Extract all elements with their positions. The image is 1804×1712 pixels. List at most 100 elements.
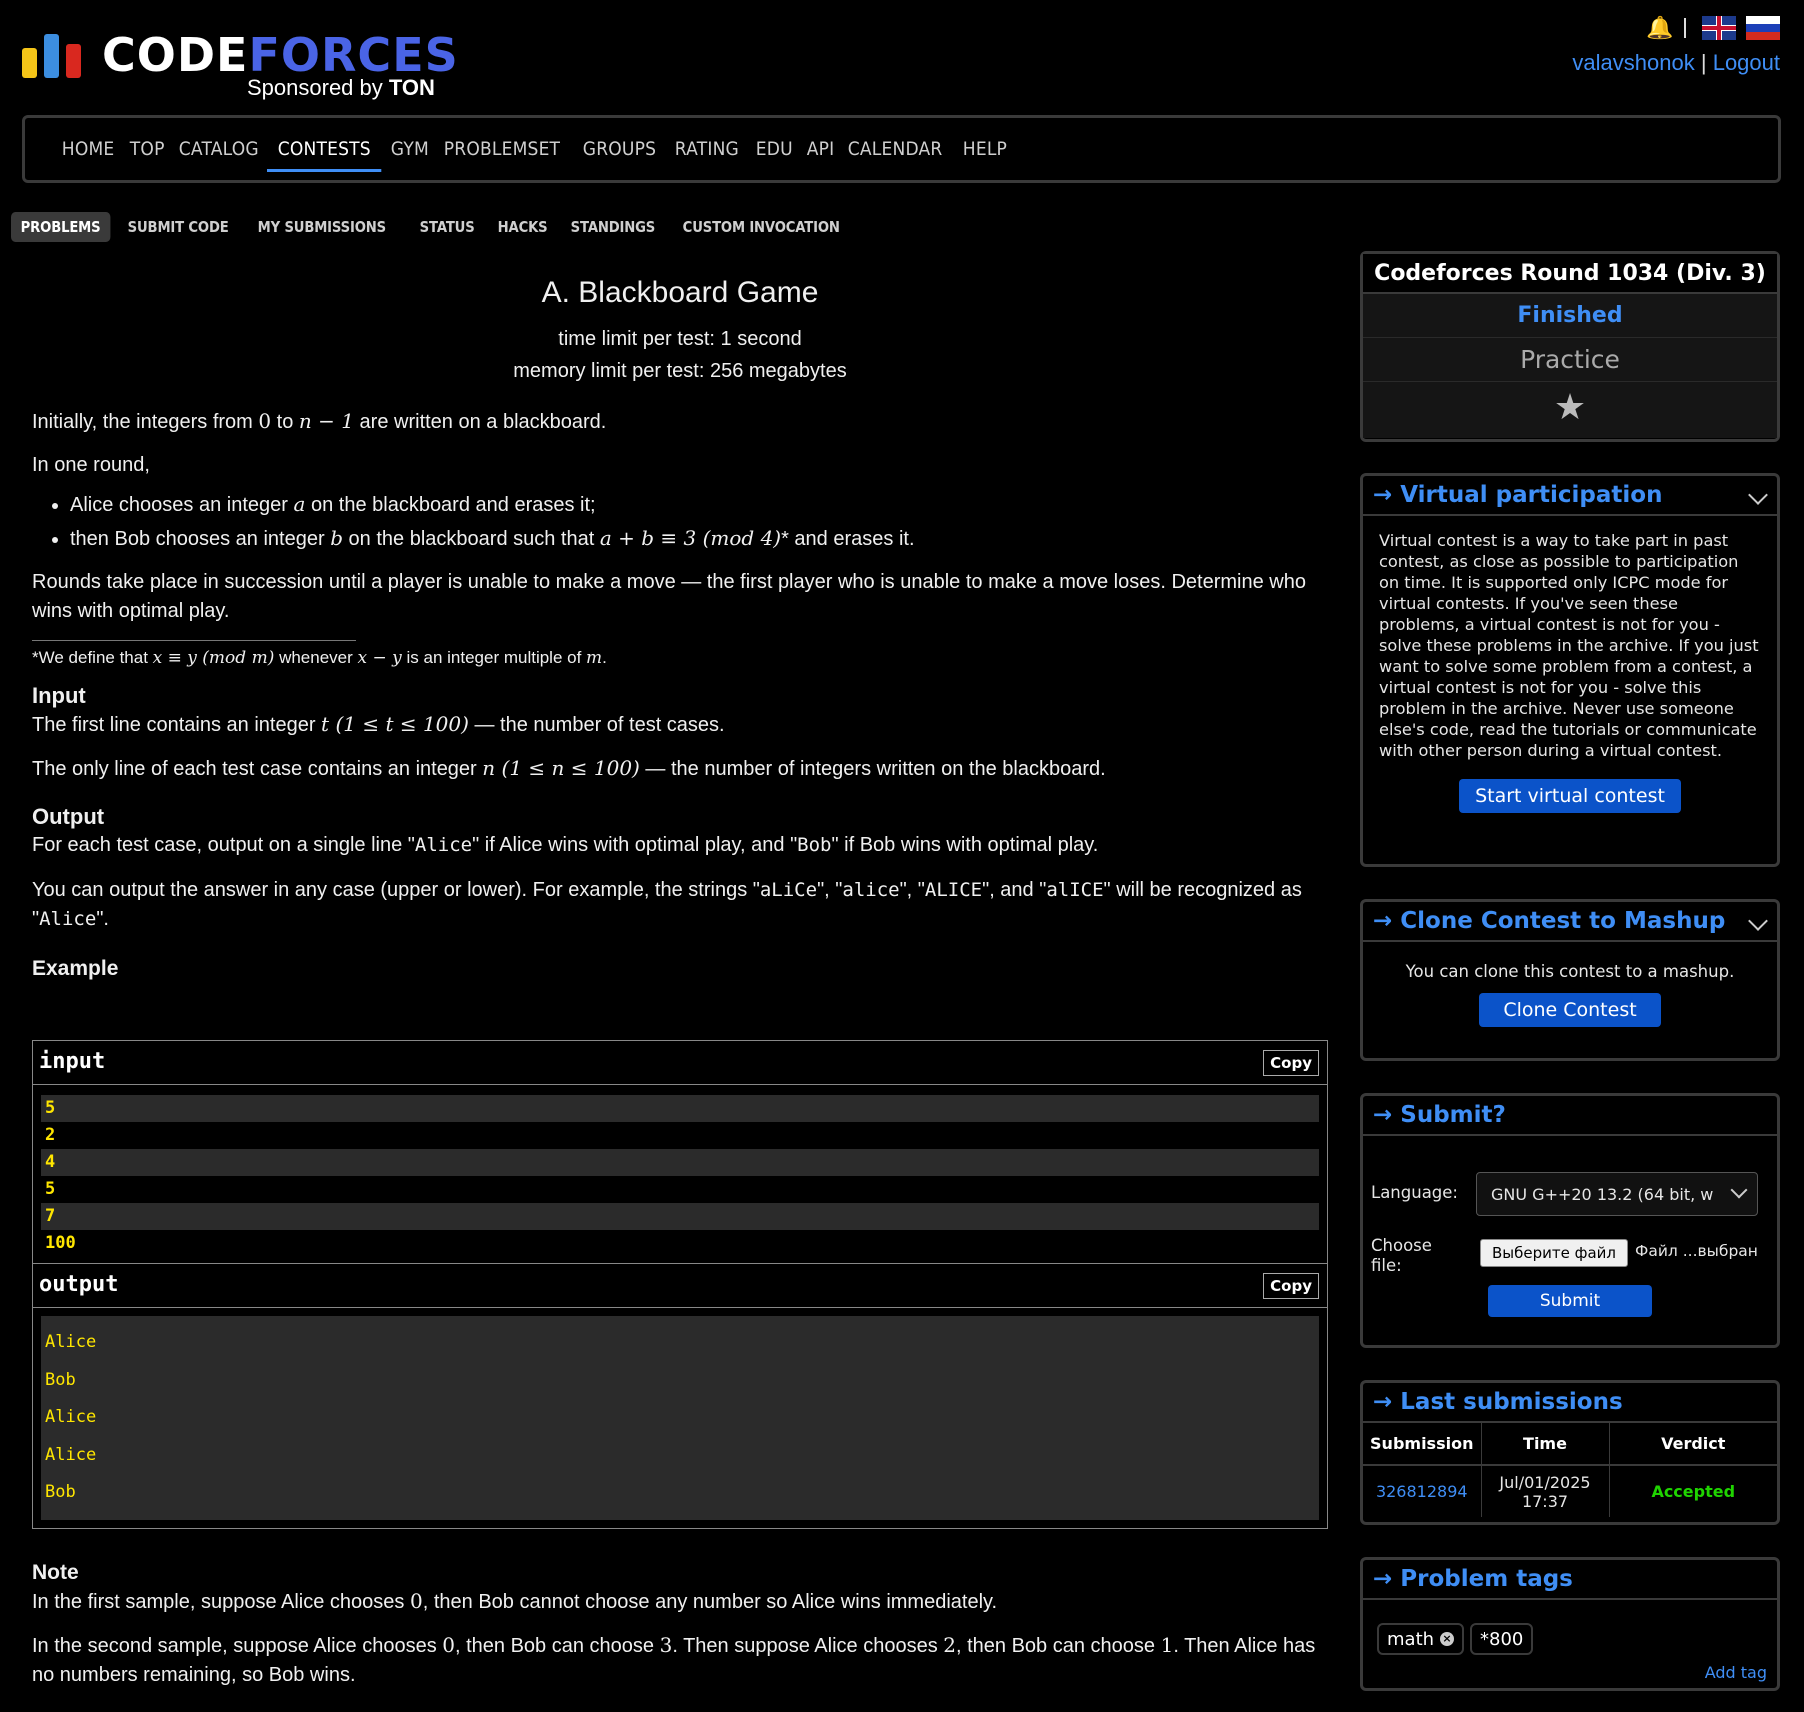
remove-tag-icon[interactable]: ×: [1440, 1632, 1455, 1646]
output-label: output: [39, 1272, 119, 1297]
problem-tags-box: → Problem tags math × *800 Add tag: [1360, 1557, 1780, 1691]
favorite-star-icon[interactable]: ★: [1363, 382, 1777, 438]
sponsor-text: Sponsored by TON: [247, 75, 435, 100]
bell-icon[interactable]: 🔔: [1646, 16, 1673, 40]
virtual-participation-box: → Virtual participation Virtual contest …: [1360, 473, 1780, 867]
menu-item-gym[interactable]: GYM: [380, 136, 440, 172]
user-links: valavshonok | Logout: [1572, 50, 1780, 76]
menu-item-edu[interactable]: EDU: [745, 136, 804, 172]
logo-wordmark: Codeforces: [102, 28, 459, 82]
rule-alice: Alice chooses an integer a on the blackb…: [70, 490, 1328, 520]
header: Codeforces Sponsored by TON 🔔 valavshono…: [0, 0, 1804, 110]
sample-input-line: 100: [45, 1233, 76, 1253]
sample-output[interactable]: Alice Bob Alice Alice Bob: [41, 1316, 1319, 1520]
submenu-item-hacks[interactable]: HACKS: [488, 212, 557, 242]
header-right: 🔔 valavshonok | Logout: [1520, 14, 1780, 84]
clone-contest-button[interactable]: Clone Contest: [1479, 993, 1661, 1027]
table-header-row: Submission Time Verdict: [1363, 1423, 1777, 1466]
submit-box: → Submit? Language: GNU G++20 13.2 (64 b…: [1360, 1093, 1780, 1348]
submission-time: Jul/01/2025 17:37: [1481, 1465, 1610, 1517]
output-line-2: You can output the answer in any case (u…: [32, 879, 1302, 930]
column-header-verdict: Verdict: [1609, 1423, 1777, 1466]
copy-input-button[interactable]: Copy: [1263, 1050, 1319, 1076]
copy-output-button[interactable]: Copy: [1263, 1273, 1319, 1299]
codeforces-logo[interactable]: Codeforces Sponsored by TON: [22, 22, 458, 102]
russian-flag-icon[interactable]: [1746, 16, 1780, 40]
example-title: Example: [32, 957, 119, 980]
chevron-down-icon: [1730, 1181, 1748, 1199]
choose-file-label: Choose file:: [1371, 1236, 1432, 1275]
language-label: Language:: [1371, 1183, 1458, 1202]
problem-tags-header: → Problem tags: [1363, 1560, 1777, 1600]
menu-item-contests[interactable]: CONTESTS: [266, 136, 382, 172]
table-row: 326812894 Jul/01/2025 17:37 Accepted: [1363, 1465, 1777, 1517]
sample-output-line: Alice: [45, 1407, 97, 1427]
contest-name[interactable]: Codeforces Round 1034 (Div. 3): [1363, 254, 1777, 294]
rule-bob: then Bob chooses an integer b on the bla…: [70, 524, 1328, 554]
sample-output-line: Bob: [45, 1369, 76, 1390]
note-paragraph-1: In the first sample, suppose Alice choos…: [32, 1589, 998, 1613]
submit-header: → Submit?: [1363, 1096, 1777, 1136]
output-header: output Copy: [33, 1264, 1327, 1308]
submenu-item-status[interactable]: STATUS: [410, 212, 484, 242]
submenu-item-problems[interactable]: PROBLEMS: [11, 212, 111, 242]
input-line-1: The first line contains an integer t (1 …: [32, 712, 725, 736]
separator: |: [1700, 50, 1707, 75]
submission-verdict[interactable]: Accepted: [1609, 1465, 1777, 1517]
sample-input-line: 5: [41, 1095, 1319, 1122]
input-header: input Copy: [33, 1041, 1327, 1085]
round-rules: Alice chooses an integer a on the blackb…: [70, 490, 1328, 554]
file-status: Файл ...выбран: [1635, 1242, 1758, 1260]
menu-item-catalog[interactable]: CATALOG: [168, 136, 270, 172]
add-tag-link[interactable]: Add tag: [1705, 1663, 1767, 1682]
last-submissions-table: Submission Time Verdict 326812894 Jul/01…: [1363, 1423, 1777, 1517]
clone-contest-box: → Clone Contest to Mashup You can clone …: [1360, 899, 1780, 1061]
menu-item-problemset[interactable]: PROBLEMSET: [433, 136, 571, 172]
round-intro: In one round,: [32, 454, 150, 476]
input-label: input: [39, 1049, 106, 1074]
column-header-time: Time: [1481, 1423, 1610, 1466]
choose-file-button[interactable]: Выберите файл: [1480, 1239, 1628, 1267]
tag-math[interactable]: math ×: [1377, 1623, 1465, 1655]
menu-item-help[interactable]: HELP: [952, 136, 1018, 172]
tags-list: math × *800: [1377, 1623, 1539, 1655]
contest-submenu: PROBLEMS SUBMIT CODE MY SUBMISSIONS STATUS H…: [11, 212, 864, 242]
menu-item-calendar[interactable]: CALENDAR: [837, 136, 953, 172]
rounds-paragraph: Rounds take place in succession until a …: [32, 571, 1306, 622]
contest-status: Finished: [1363, 294, 1777, 338]
start-virtual-contest-button[interactable]: Start virtual contest: [1459, 779, 1681, 813]
language-select[interactable]: GNU G++20 13.2 (64 bit, w: [1476, 1172, 1758, 1216]
menu-item-home[interactable]: HOME: [51, 136, 125, 172]
virtual-participation-header[interactable]: → Virtual participation: [1363, 476, 1777, 516]
tag-difficulty[interactable]: *800: [1470, 1623, 1534, 1655]
sample-input[interactable]: 5 2 4 5 7 100: [33, 1085, 1327, 1264]
submenu-item-custom-invocation[interactable]: CUSTOM INVOCATION: [673, 212, 849, 242]
contest-practice-link[interactable]: Practice: [1363, 338, 1777, 382]
note-title: Note: [32, 1561, 79, 1584]
input-section-title: Input: [32, 683, 86, 708]
submenu-item-submit-code[interactable]: SUBMIT CODE: [118, 212, 238, 242]
logout-link[interactable]: Logout: [1713, 50, 1780, 75]
time-limit: time limit per test: 1 second: [558, 328, 802, 350]
chevron-down-icon[interactable]: [1748, 911, 1768, 931]
submission-id-link[interactable]: 326812894: [1363, 1465, 1482, 1517]
clone-contest-header[interactable]: → Clone Contest to Mashup: [1363, 902, 1777, 942]
sample-output-line: Alice: [45, 1332, 97, 1352]
input-line-2: The only line of each test case contains…: [32, 756, 1106, 780]
uk-flag-icon[interactable]: [1702, 16, 1736, 40]
menu-item-rating[interactable]: RATING: [664, 136, 750, 172]
virtual-description: Virtual contest is a way to take part in…: [1379, 531, 1759, 760]
username-link[interactable]: valavshonok: [1572, 50, 1694, 75]
problem-statement: A. Blackboard Game time limit per test: …: [32, 275, 1328, 983]
divider: [1684, 18, 1686, 38]
main-menu: HOME TOP CATALOG CONTESTS GYM PROBLEMSET GROUP…: [22, 115, 1781, 183]
sample-input-line: 2: [45, 1125, 56, 1145]
intro-paragraph: Initially, the integers from 0 to n − 1 …: [32, 409, 607, 433]
submenu-item-my-submissions[interactable]: MY SUBMISSIONS: [248, 212, 396, 242]
menu-item-groups[interactable]: GROUPS: [572, 136, 667, 172]
submenu-item-standings[interactable]: STANDINGS: [561, 212, 665, 242]
footnote-divider: [32, 640, 356, 641]
chevron-down-icon[interactable]: [1748, 485, 1768, 505]
sample-output-line: Bob: [45, 1482, 76, 1502]
submit-button[interactable]: Submit: [1488, 1285, 1652, 1317]
